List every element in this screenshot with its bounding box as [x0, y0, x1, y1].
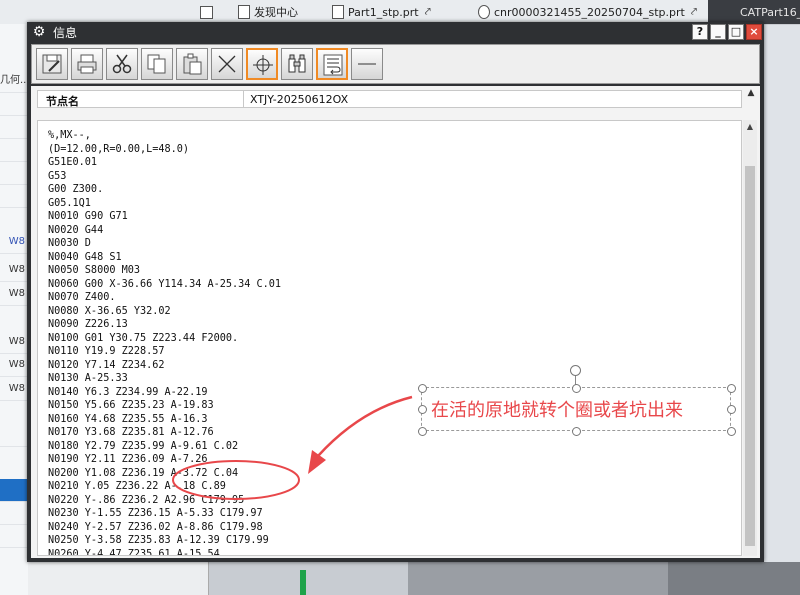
dialog-title: 信息	[53, 25, 78, 40]
binoculars-icon	[288, 54, 306, 73]
nav-row[interactable]	[0, 162, 27, 185]
document-icon	[478, 5, 490, 19]
nav-row[interactable]	[0, 185, 27, 208]
resize-handle[interactable]	[418, 384, 427, 393]
bg-tab-label: cnr0000321455_20250704_stp.prt	[494, 5, 685, 19]
nc-code-text-area[interactable]: %,MX--, (D=12.00,R=0.00,L=48.0) G51E0.01…	[37, 120, 742, 556]
window-controls: ? _ □ ×	[692, 24, 762, 40]
document-icon	[238, 5, 250, 19]
scroll-up-icon[interactable]: ▲	[743, 120, 757, 134]
gear-icon[interactable]: ⚙	[31, 24, 47, 40]
node-name-row: 节点名 XTJY-20250612OX	[37, 90, 742, 108]
bg-tab-discovery[interactable]: 发现中心	[238, 0, 298, 24]
resize-handle[interactable]	[418, 427, 427, 436]
node-name-label: 节点名	[46, 95, 79, 108]
copy-button[interactable]	[141, 48, 173, 80]
information-dialog: ⚙ 信息 ? _ □ × 节点名 XTJY-20250612OX ▲ %,MX-…	[27, 22, 764, 562]
bg-tab-label: 发现中心	[254, 6, 298, 19]
help-button[interactable]: ?	[692, 24, 708, 40]
minus-button[interactable]	[351, 48, 383, 80]
nav-row[interactable]	[0, 139, 27, 162]
nav-row[interactable]: 几何...	[0, 70, 27, 93]
document-icon	[332, 5, 344, 19]
print-icon	[77, 54, 97, 74]
scrollbar-thumb[interactable]	[745, 166, 755, 546]
dialog-content: 节点名 XTJY-20250612OX ▲ %,MX--, (D=12.00,R…	[31, 86, 760, 558]
resize-handle[interactable]	[727, 427, 736, 436]
pin-icon[interactable]: ⤤	[691, 5, 697, 19]
bg-tab-part1[interactable]: Part1_stp.prt ⤤	[332, 0, 431, 24]
print-button[interactable]	[71, 48, 103, 80]
nav-row[interactable]: W8	[0, 283, 27, 306]
dialog-toolbar	[31, 44, 760, 84]
cut-button[interactable]	[106, 48, 138, 80]
minimize-button[interactable]: _	[710, 24, 726, 40]
annotation-text: 在活的原地就转个圈或者坑出来	[431, 400, 683, 421]
model-geometry	[668, 562, 800, 595]
node-name-value: XTJY-20250612OX	[250, 93, 349, 106]
bg-tab-square-icon[interactable]	[200, 0, 217, 24]
bg-tab-label: Part1_stp.prt	[348, 5, 419, 19]
bg-tab-catpart[interactable]: CATPart16_s	[708, 0, 800, 24]
nav-row[interactable]: W8	[0, 378, 27, 401]
bg-tab-cnr[interactable]: cnr0000321455_20250704_stp.prt ⤤	[478, 0, 697, 24]
vertical-scrollbar[interactable]: ▲	[743, 120, 757, 556]
resize-handle[interactable]	[727, 384, 736, 393]
maximize-button[interactable]: □	[728, 24, 744, 40]
nav-row-selected[interactable]	[0, 479, 27, 502]
save-icon	[42, 54, 62, 74]
copy-icon	[147, 54, 166, 74]
find-button[interactable]	[281, 48, 313, 80]
nav-row[interactable]: W8	[0, 259, 27, 282]
select-point-button[interactable]	[246, 48, 278, 80]
nav-row[interactable]	[0, 116, 27, 139]
bg-tab-label: CATPart16_s	[740, 5, 800, 19]
nav-row[interactable]	[0, 525, 27, 548]
nav-row[interactable]	[0, 93, 27, 116]
background-panel	[28, 562, 209, 595]
scroll-up-icon[interactable]: ▲	[745, 88, 757, 104]
axis-triad-icon	[300, 570, 306, 595]
dialog-titlebar[interactable]: ⚙ 信息 ? _ □ ×	[27, 22, 764, 42]
wrap-text-icon	[323, 54, 343, 76]
column-divider	[243, 91, 244, 107]
resize-handle[interactable]	[727, 405, 736, 414]
nav-row[interactable]	[0, 502, 27, 525]
cut-icon	[112, 54, 132, 74]
crosshair-icon	[253, 55, 273, 75]
background-viewport	[28, 562, 800, 595]
paste-button[interactable]	[176, 48, 208, 80]
nav-row[interactable]: W8	[0, 354, 27, 377]
nc-code-text: %,MX--, (D=12.00,R=0.00,L=48.0) G51E0.01…	[48, 130, 282, 556]
delete-icon	[218, 55, 236, 73]
close-button[interactable]: ×	[746, 24, 762, 40]
delete-button[interactable]	[211, 48, 243, 80]
resize-handle[interactable]	[572, 384, 581, 393]
save-button[interactable]	[36, 48, 68, 80]
minus-icon	[358, 63, 376, 65]
pin-icon[interactable]: ⤤	[425, 5, 431, 19]
nav-row[interactable]: W8	[0, 331, 27, 354]
wrap-text-button[interactable]	[316, 48, 348, 80]
resize-handle[interactable]	[572, 427, 581, 436]
paste-icon	[183, 53, 202, 75]
background-navigator-panel: 几何... W8 W8 W8 W8 W8 W8	[0, 24, 29, 595]
nav-row[interactable]	[0, 424, 27, 447]
resize-handle[interactable]	[418, 405, 427, 414]
nav-row[interactable]: W8	[0, 231, 27, 254]
rotation-handle[interactable]	[570, 365, 581, 376]
